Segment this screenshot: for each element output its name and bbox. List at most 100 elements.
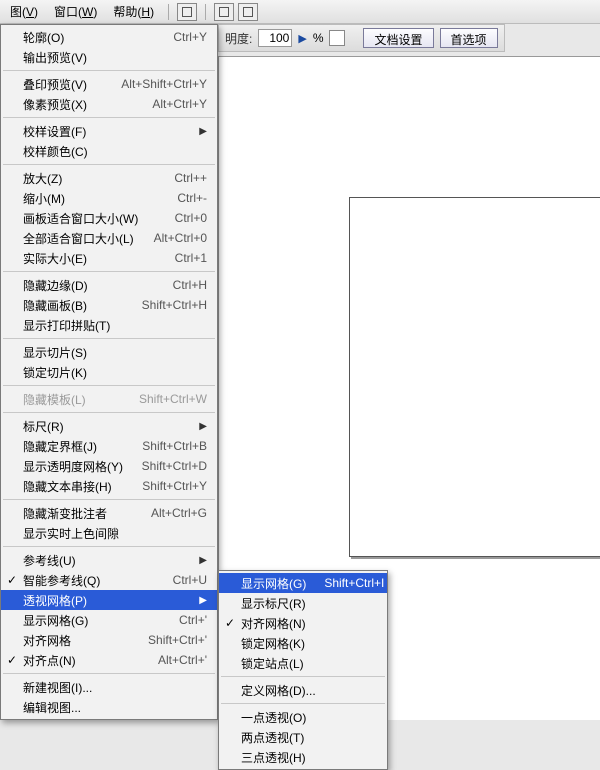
menu-item[interactable]: 显示切片(S) <box>1 342 217 362</box>
menu-item[interactable]: 隐藏文本串接(H)Shift+Ctrl+Y <box>1 476 217 496</box>
menu-item-shortcut: Shift+Ctrl+Y <box>142 479 207 493</box>
menu-item[interactable]: 标尺(R)▶ <box>1 416 217 436</box>
options-toolbar: 明度: ▶ % 文档设置 首选项 <box>218 24 505 52</box>
menu-item-label: 显示透明度网格(Y) <box>23 458 124 475</box>
menu-item-shortcut: Ctrl+U <box>173 573 207 587</box>
menu-item[interactable]: 显示透明度网格(Y) Shift+Ctrl+D <box>1 456 217 476</box>
menu-separator <box>221 676 385 677</box>
opacity-stepper-icon[interactable]: ▶ <box>298 32 306 45</box>
menu-item[interactable]: 隐藏画板(B)Shift+Ctrl+H <box>1 295 217 315</box>
document-setup-button[interactable]: 文档设置 <box>363 28 433 48</box>
menu-item[interactable]: ✓智能参考线(Q)Ctrl+U <box>1 570 217 590</box>
menu-item[interactable]: 全部适合窗口大小(L)Alt+Ctrl+0 <box>1 228 217 248</box>
opacity-label: 明度: <box>225 30 252 47</box>
menu-item[interactable]: 校样颜色(C) <box>1 141 217 161</box>
toolbar-swatch-icon[interactable] <box>329 30 345 46</box>
workspace-switcher-icon[interactable] <box>177 3 197 21</box>
menu-item-shortcut: Shift+Ctrl+' <box>148 633 207 647</box>
opacity-input[interactable] <box>258 29 292 47</box>
menu-separator <box>3 673 215 674</box>
menubar-item-view[interactable]: 图(V) <box>4 1 44 22</box>
menu-item-label: 显示打印拼贴(T) <box>23 317 207 334</box>
menu-item[interactable]: 轮廓(O)Ctrl+Y <box>1 27 217 47</box>
percent-label: % <box>313 31 324 45</box>
menu-item[interactable]: 新建视图(I)... <box>1 677 217 697</box>
menu-item-label: 三点透视(H) <box>241 749 377 766</box>
menu-separator <box>3 70 215 71</box>
menu-item[interactable]: 定义网格(D)... <box>219 680 387 700</box>
artboard[interactable] <box>349 197 600 557</box>
menu-item[interactable]: 显示网格(G)Shift+Ctrl+I <box>219 573 387 593</box>
submenu-arrow-icon: ▶ <box>199 555 207 566</box>
menu-item[interactable]: 叠印预览(V)Alt+Shift+Ctrl+Y <box>1 74 217 94</box>
screen-mode-icon[interactable] <box>238 3 258 21</box>
menu-item: 隐藏模板(L)Shift+Ctrl+W <box>1 389 217 409</box>
menu-item[interactable]: 像素预览(X)Alt+Ctrl+Y <box>1 94 217 114</box>
menu-item[interactable]: 锁定站点(L) <box>219 653 387 673</box>
menu-item[interactable]: 画板适合窗口大小(W)Ctrl+0 <box>1 208 217 228</box>
menu-item[interactable]: 输出预览(V) <box>1 47 217 67</box>
menu-item-label: 画板适合窗口大小(W) <box>23 210 157 227</box>
menu-item-shortcut: Ctrl+' <box>179 613 207 627</box>
menubar-item-window[interactable]: 窗口(W) <box>48 1 103 22</box>
submenu-arrow-icon: ▶ <box>199 126 207 137</box>
menu-item-label: 校样设置(F) <box>23 123 191 140</box>
menu-item-shortcut: Shift+Ctrl+D <box>142 459 207 473</box>
menu-separator <box>3 412 215 413</box>
menu-item[interactable]: 参考线(U) ▶ <box>1 550 217 570</box>
menu-item-label: 放大(Z) <box>23 170 156 187</box>
menu-item-label: 显示网格(G) <box>241 575 306 592</box>
view-menu: 轮廓(O)Ctrl+Y输出预览(V) 叠印预览(V)Alt+Shift+Ctrl+… <box>0 24 218 720</box>
menu-item-shortcut: Shift+Ctrl+H <box>142 298 207 312</box>
menu-item-label: 叠印预览(V) <box>23 76 103 93</box>
menu-item-shortcut: Shift+Ctrl+B <box>142 439 207 453</box>
menu-item[interactable]: 透视网格(P)▶ <box>1 590 217 610</box>
menu-item[interactable]: 锁定网格(K) <box>219 633 387 653</box>
menu-item-label: 两点透视(T) <box>241 729 377 746</box>
menubar-separator <box>205 4 206 20</box>
menu-item-label: 一点透视(O) <box>241 709 377 726</box>
menu-item[interactable]: 放大(Z) Ctrl++ <box>1 168 217 188</box>
menu-item[interactable]: 三点透视(H) <box>219 747 387 767</box>
menu-item[interactable]: 隐藏定界框(J)Shift+Ctrl+B <box>1 436 217 456</box>
menu-item[interactable]: 显示标尺(R) <box>219 593 387 613</box>
menu-item[interactable]: 对齐网格 Shift+Ctrl+' <box>1 630 217 650</box>
menu-item[interactable]: 隐藏渐变批注者Alt+Ctrl+G <box>1 503 217 523</box>
menu-item[interactable]: 两点透视(T) <box>219 727 387 747</box>
menu-separator <box>3 499 215 500</box>
menu-item-shortcut: Ctrl++ <box>174 171 207 185</box>
menu-separator <box>3 117 215 118</box>
menu-item[interactable]: ✓对齐点(N)Alt+Ctrl+' <box>1 650 217 670</box>
menu-separator <box>3 546 215 547</box>
menu-item[interactable]: 编辑视图... <box>1 697 217 717</box>
menu-separator <box>221 703 385 704</box>
menu-item[interactable]: ✓对齐网格(N) <box>219 613 387 633</box>
menu-item[interactable]: 显示实时上色间隙 <box>1 523 217 543</box>
check-icon: ✓ <box>7 573 17 587</box>
menu-item-shortcut: Ctrl+Y <box>173 30 207 44</box>
menu-item[interactable]: 一点透视(O) <box>219 707 387 727</box>
menu-item-label: 对齐网格(N) <box>241 615 377 632</box>
menu-item[interactable]: 显示打印拼贴(T) <box>1 315 217 335</box>
menu-item-shortcut: Alt+Ctrl+Y <box>152 97 207 111</box>
menu-item[interactable]: 锁定切片(K) <box>1 362 217 382</box>
menu-item-label: 参考线(U) <box>23 552 191 569</box>
menu-item[interactable]: 显示网格(G)Ctrl+' <box>1 610 217 630</box>
menubar-item-help[interactable]: 帮助(H) <box>107 1 160 22</box>
menu-item-shortcut: Ctrl+- <box>177 191 207 205</box>
menu-item[interactable]: 实际大小(E) Ctrl+1 <box>1 248 217 268</box>
menu-item-label: 全部适合窗口大小(L) <box>23 230 136 247</box>
preferences-button[interactable]: 首选项 <box>440 28 498 48</box>
menu-item-shortcut: Alt+Ctrl+' <box>158 653 207 667</box>
menu-item-label: 隐藏渐变批注者 <box>23 505 133 522</box>
menu-item-label: 锁定切片(K) <box>23 364 207 381</box>
submenu-arrow-icon: ▶ <box>199 595 207 606</box>
menu-item[interactable]: 校样设置(F) ▶ <box>1 121 217 141</box>
menu-item[interactable]: 隐藏边缘(D)Ctrl+H <box>1 275 217 295</box>
menu-item-label: 实际大小(E) <box>23 250 157 267</box>
arrange-documents-icon[interactable] <box>214 3 234 21</box>
menu-item-label: 对齐网格 <box>23 632 130 649</box>
menu-separator <box>3 271 215 272</box>
menu-item[interactable]: 缩小(M)Ctrl+- <box>1 188 217 208</box>
menu-item-shortcut: Ctrl+1 <box>175 251 207 265</box>
